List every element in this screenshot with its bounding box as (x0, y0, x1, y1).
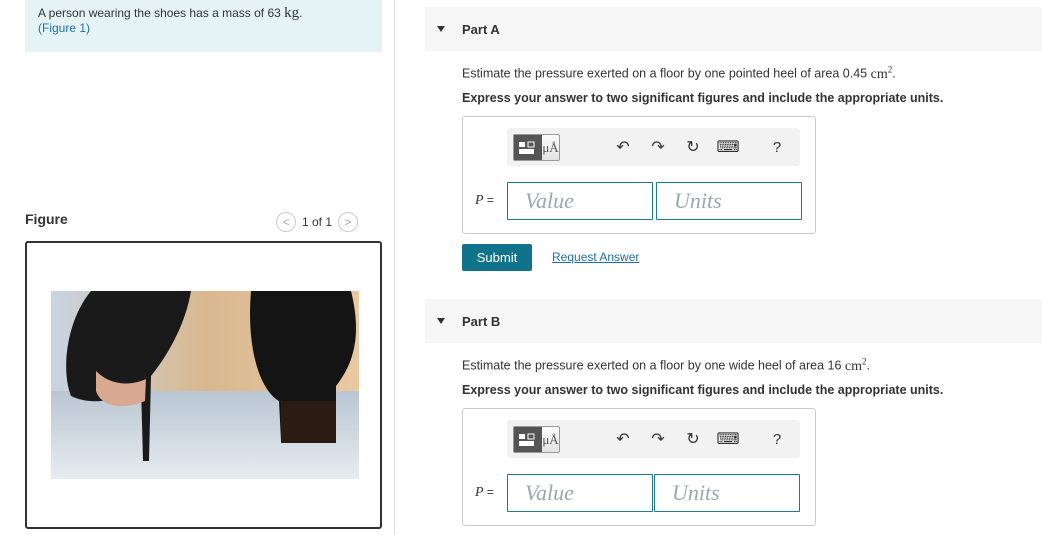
figure-page-count: 1 of 1 (302, 215, 333, 229)
intro-text: A person wearing the shoes has a mass of… (38, 6, 281, 20)
part-b-header[interactable]: Part B (425, 299, 1042, 343)
area-unit-exponent: 2 (862, 356, 867, 366)
reset-icon[interactable]: ↻ (683, 429, 703, 449)
part-a-answer-box: μÅ ↶ ↷ ↻ ⌨ ? P = Value Units (462, 116, 816, 234)
area-unit: cm2 (870, 64, 893, 82)
chevron-right-icon: > (344, 215, 352, 229)
units-symbol-icon: μÅ (542, 431, 559, 447)
part-a-math-toolbar: μÅ ↶ ↷ ↻ ⌨ ? (507, 128, 800, 166)
collapse-triangle-icon (437, 318, 445, 324)
figure-image (51, 291, 359, 479)
part-b-units-input[interactable]: Units (654, 474, 800, 512)
part-a-title: Part A (462, 21, 500, 37)
area-unit: cm2 (844, 356, 867, 374)
part-b-variable-label: P = (475, 485, 494, 501)
left-column: A person wearing the shoes has a mass of… (0, 0, 395, 535)
help-icon[interactable]: ? (767, 137, 787, 157)
collapse-triangle-icon (437, 26, 445, 32)
intro-period: . (299, 6, 303, 20)
part-b-value-input[interactable]: Value (507, 474, 653, 512)
reset-icon[interactable]: ↻ (683, 137, 703, 157)
chevron-left-icon: < (282, 215, 290, 229)
undo-icon[interactable]: ↶ (613, 429, 633, 449)
part-b-instruction: Express your answer to two significant f… (462, 383, 944, 397)
part-b-answer-box: μÅ ↶ ↷ ↻ ⌨ ? P = Value Units (462, 408, 816, 526)
variable-symbol: P (475, 485, 484, 500)
part-a-variable-label: P = (475, 193, 494, 209)
figure-box[interactable] (25, 241, 382, 529)
figure-pager: < 1 of 1 > (276, 212, 359, 232)
templates-button[interactable]: μÅ (513, 426, 560, 453)
part-a-question: Estimate the pressure exerted on a floor… (462, 64, 896, 82)
part-a-header[interactable]: Part A (425, 7, 1042, 51)
part-a-value-input[interactable]: Value (507, 182, 653, 220)
column-divider (394, 0, 395, 535)
equals-sign: = (486, 485, 494, 499)
next-figure-button[interactable]: > (338, 212, 359, 232)
problem-intro: A person wearing the shoes has a mass of… (25, 0, 382, 52)
part-b-math-toolbar: μÅ ↶ ↷ ↻ ⌨ ? (507, 420, 800, 458)
templates-icon (514, 135, 542, 160)
keyboard-icon[interactable]: ⌨ (716, 137, 739, 157)
figure-label: Figure (25, 211, 68, 227)
part-a-instruction: Express your answer to two significant f… (462, 91, 944, 105)
submit-button[interactable]: Submit (462, 244, 532, 271)
request-answer-link[interactable]: Request Answer (552, 250, 639, 264)
redo-icon[interactable]: ↷ (648, 137, 668, 157)
templates-icon (514, 427, 542, 452)
part-b-question: Estimate the pressure exerted on a floor… (462, 356, 870, 374)
prev-figure-button[interactable]: < (276, 212, 296, 232)
figure-link[interactable]: (Figure 1) (38, 21, 90, 35)
templates-button[interactable]: μÅ (513, 134, 560, 161)
mass-unit: kg (284, 5, 300, 21)
area-unit-exponent: 2 (887, 64, 893, 74)
area-unit-base: cm (870, 66, 888, 82)
part-b-question-text: Estimate the pressure exerted on a floor… (462, 358, 842, 373)
redo-icon[interactable]: ↷ (648, 429, 668, 449)
keyboard-icon[interactable]: ⌨ (716, 429, 739, 449)
part-a-units-input[interactable]: Units (656, 182, 802, 220)
units-symbol-icon: μÅ (542, 139, 559, 155)
help-icon[interactable]: ? (767, 429, 787, 449)
undo-icon[interactable]: ↶ (613, 137, 633, 157)
part-a-question-text: Estimate the pressure exerted on a floor… (462, 66, 868, 81)
area-unit-base: cm (844, 358, 862, 374)
variable-symbol: P (475, 193, 484, 208)
part-b-title: Part B (462, 313, 501, 329)
equals-sign: = (486, 193, 494, 207)
